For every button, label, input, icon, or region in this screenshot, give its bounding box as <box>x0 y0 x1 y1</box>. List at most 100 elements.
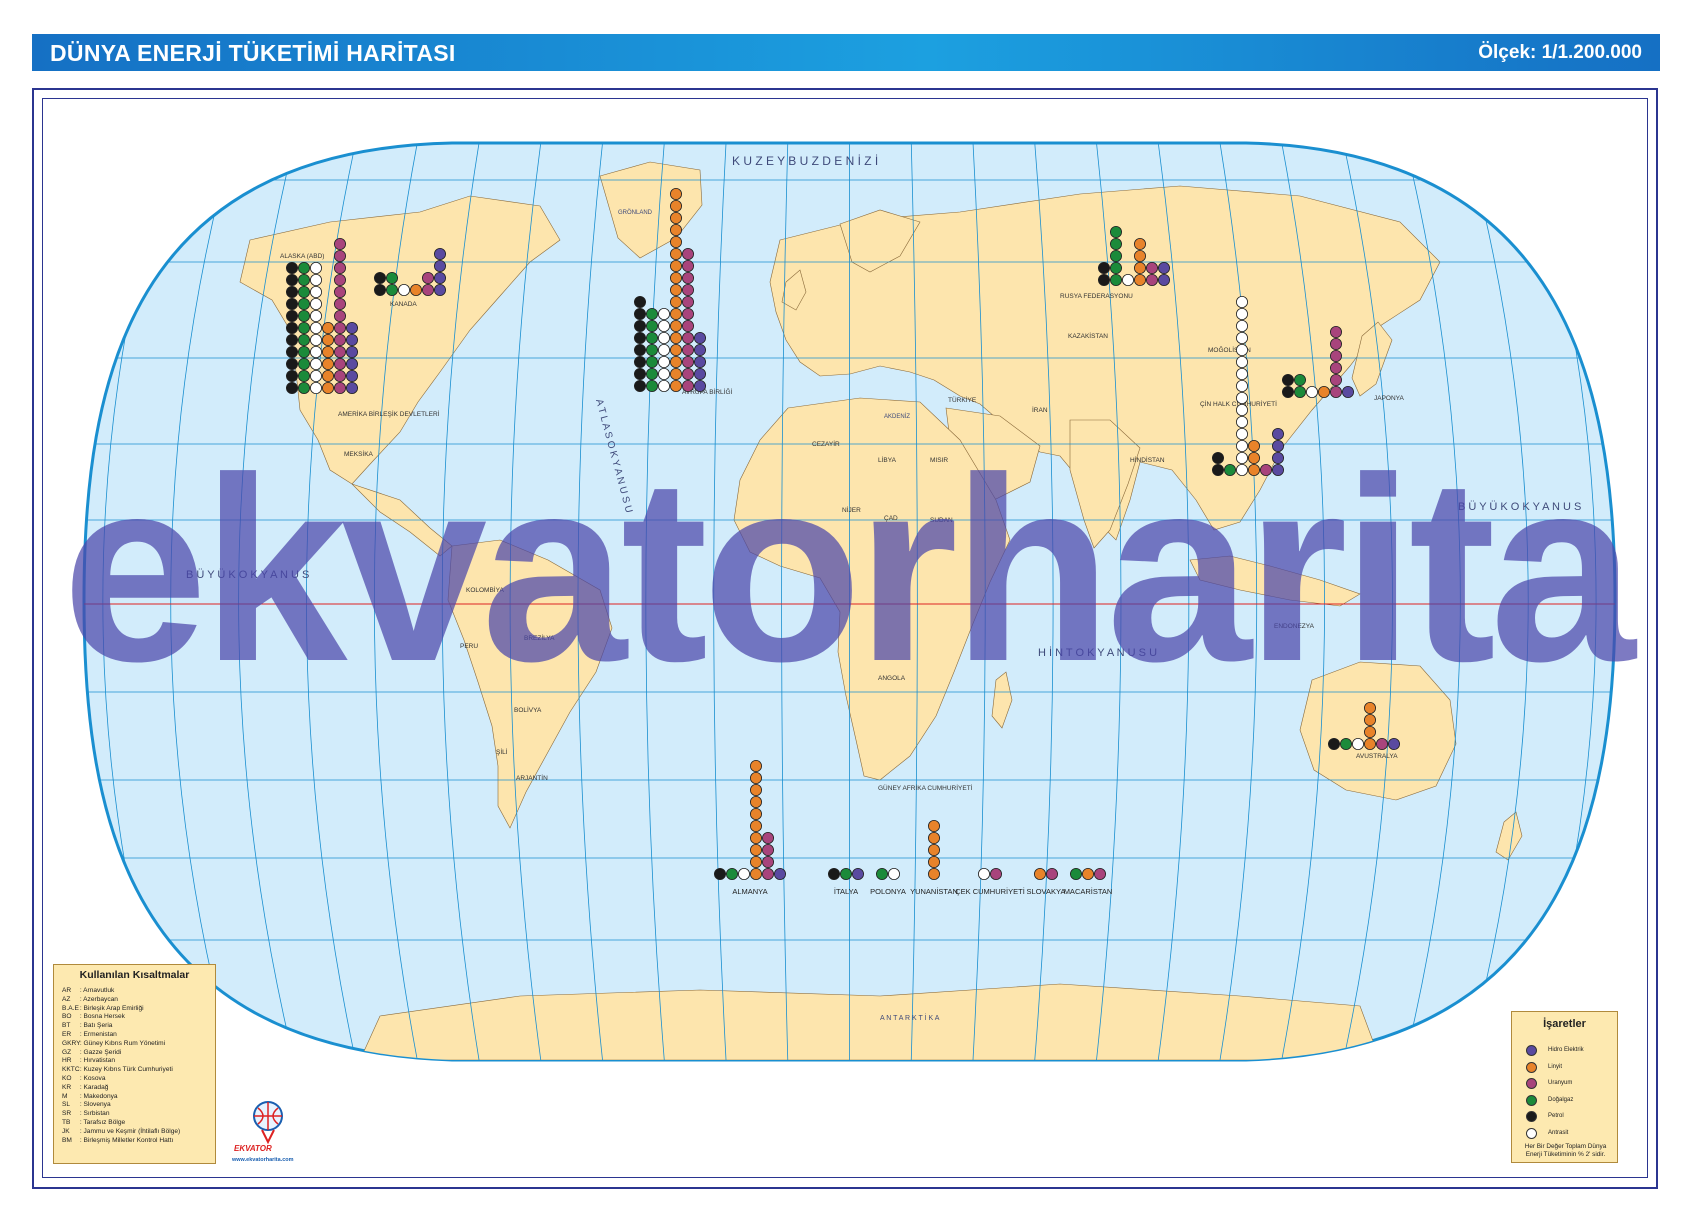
energy-dot-uranyum <box>762 856 775 869</box>
energy-dot-petrol <box>285 285 298 298</box>
energy-dot-linyit <box>321 333 334 346</box>
energy-dot-antrasit <box>309 309 322 322</box>
energy-dot-dogalgaz <box>297 321 310 334</box>
energy-dot-linyit <box>750 784 763 797</box>
energy-dot-hidro <box>345 357 358 370</box>
energy-dot-uranyum <box>1046 868 1059 881</box>
energy-dot-linyit <box>1134 273 1147 286</box>
abbreviation-name: : Arnavutluk <box>78 987 115 994</box>
abbreviation-name: : Kuzey Kıbrıs Türk Cumhuriyeti <box>78 1066 173 1074</box>
legend-label-uranyum: Uranyum <box>1548 1080 1573 1086</box>
abbreviation-item: AR : Arnavutluk <box>62 987 215 996</box>
energy-dot-dogalgaz <box>1110 237 1123 250</box>
ocean-label-greenland: GRÖNLAND <box>618 209 653 216</box>
energy-dot-uranyum <box>762 868 775 881</box>
energy-dot-antrasit <box>1236 403 1249 416</box>
legend-label-linyit: Linyit <box>1548 1063 1563 1070</box>
abbreviation-code: M <box>62 1092 68 1100</box>
energy-dot-linyit <box>670 355 683 368</box>
abbreviation-item: B.A.E : Birleşik Arap Emirliği <box>62 1005 215 1014</box>
energy-dot-dogalgaz <box>1340 738 1353 751</box>
energy-dot-linyit <box>670 307 683 320</box>
abbreviations-title: Kullanılan Kısaltmalar <box>79 969 190 981</box>
energy-dot-petrol <box>634 319 647 332</box>
energy-dot-linyit <box>321 369 334 382</box>
energy-dot-uranyum <box>333 345 346 358</box>
energy-dot-uranyum <box>1330 385 1343 398</box>
energy-dot-linyit <box>750 796 763 809</box>
energy-dot-dogalgaz <box>840 868 853 881</box>
energy-dot-dogalgaz <box>646 367 659 380</box>
legend-note: Her Bir Değer Toplam Dünya Enerji Tüketi… <box>1524 1143 1607 1158</box>
energy-dot-linyit <box>750 868 763 881</box>
energy-dot-petrol <box>828 868 841 881</box>
energy-dot-uranyum <box>1094 868 1107 881</box>
abbreviation-name: : Jammu ve Keşmir (İhtilaflı Bölge) <box>78 1127 181 1135</box>
energy-dot-petrol <box>1098 261 1111 274</box>
energy-dot-linyit <box>670 211 683 224</box>
abbreviation-name: : Sırbistan <box>78 1110 110 1118</box>
abbreviation-code: KO <box>62 1074 72 1082</box>
europe-country-label: MACARİSTAN <box>1064 887 1113 896</box>
abbreviation-code: BM <box>62 1136 72 1144</box>
energy-dot-antrasit <box>1122 273 1135 286</box>
energy-dot-dogalgaz <box>646 307 659 320</box>
energy-dot-linyit <box>750 844 763 857</box>
legend-dot-petrol <box>1526 1111 1537 1122</box>
abbreviations-panel: Kullanılan Kısaltmalar AR : Arnavutluk AZ… <box>53 964 216 1164</box>
energy-dot-hidro <box>345 333 358 346</box>
legend-panel: İşaretler Hidro Elektrik Linyit Uranyum Doğ… <box>1511 1011 1618 1163</box>
energy-dot-uranyum <box>333 249 346 262</box>
europe-country-label: POLONYA <box>870 887 906 896</box>
energy-dot-uranyum <box>682 343 695 356</box>
energy-dot-linyit <box>1134 237 1147 250</box>
energy-dot-antrasit <box>738 868 751 881</box>
abbreviation-item: GKRY : Güney Kıbrıs Rum Yönetimi <box>62 1040 215 1049</box>
abbreviation-name: : Birleşmiş Milletler Kontrol Hattı <box>78 1136 174 1144</box>
abbreviation-item: AZ : Azerbaycan <box>62 996 215 1005</box>
energy-dot-antrasit <box>658 367 671 380</box>
energy-dot-petrol <box>285 261 298 274</box>
energy-dot-petrol <box>634 331 647 344</box>
energy-dot-dogalgaz <box>297 309 310 322</box>
globe-logo-icon <box>253 1101 283 1144</box>
energy-dot-antrasit <box>658 379 671 392</box>
energy-dot-petrol <box>714 868 727 881</box>
energy-dot-linyit <box>1364 714 1377 727</box>
energy-dot-antrasit <box>309 261 322 274</box>
energy-dot-uranyum <box>682 271 695 284</box>
energy-dot-linyit <box>670 295 683 308</box>
country-label-turkey: TÜRKİYE <box>948 395 977 404</box>
energy-dot-antrasit <box>1236 319 1249 332</box>
abbreviation-code: BO <box>62 1013 72 1021</box>
energy-dot-linyit <box>1134 249 1147 262</box>
abbreviation-code: AZ <box>62 995 71 1003</box>
energy-dot-hidro <box>345 321 358 334</box>
energy-dot-uranyum <box>333 369 346 382</box>
abbreviation-code: KKTC <box>62 1066 80 1074</box>
abbreviation-item: M : Makedonya <box>62 1093 215 1102</box>
ekvator-logo[interactable]: EKVATOR www.ekvatorharita.com <box>226 1100 316 1170</box>
energy-dot-linyit <box>750 772 763 785</box>
energy-dot-petrol <box>285 369 298 382</box>
energy-dot-petrol <box>634 307 647 320</box>
abbreviation-name: : Slovenya <box>78 1101 111 1109</box>
energy-dot-uranyum <box>682 283 695 296</box>
energy-dot-uranyum <box>682 319 695 332</box>
energy-dot-linyit <box>1364 738 1377 751</box>
energy-dot-uranyum <box>333 309 346 322</box>
energy-dot-antrasit <box>1306 385 1319 398</box>
energy-dot-uranyum <box>333 237 346 250</box>
energy-dot-uranyum <box>682 295 695 308</box>
energy-dot-linyit <box>670 283 683 296</box>
abbreviation-code: AR <box>62 987 72 994</box>
energy-dot-linyit <box>670 319 683 332</box>
energy-dot-dogalgaz <box>1110 225 1123 238</box>
energy-dot-linyit <box>670 367 683 380</box>
energy-dot-linyit <box>670 379 683 392</box>
energy-dot-linyit <box>928 832 941 845</box>
energy-dot-hidro <box>1342 385 1355 398</box>
energy-dot-hidro <box>694 367 707 380</box>
energy-dot-dogalgaz <box>297 381 310 394</box>
energy-dot-petrol <box>1098 273 1111 286</box>
